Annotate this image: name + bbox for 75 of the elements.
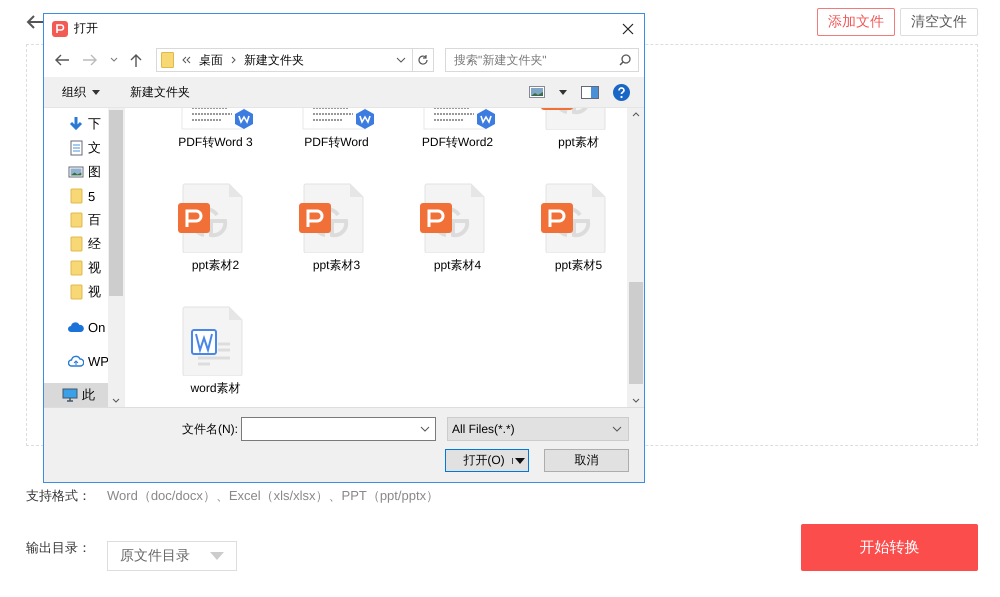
clear-files-button[interactable]: 清空文件 (900, 8, 978, 36)
file-name[interactable]: ppt素材2 (192, 257, 240, 274)
sidebar-item[interactable]: 百 (44, 208, 108, 232)
scrollbar[interactable] (108, 108, 124, 407)
chevron-down-icon (420, 426, 430, 432)
caret-icon (559, 90, 567, 94)
back-arrow-icon (26, 14, 44, 30)
cloud-icon (68, 353, 84, 369)
view-icon (529, 86, 545, 98)
sidebar-item[interactable]: 经 (44, 232, 108, 256)
chevron-right-icon (231, 56, 236, 64)
sidebar-item[interactable]: 图 (44, 160, 108, 184)
close-icon (622, 22, 634, 34)
refresh-icon (417, 54, 429, 66)
formats-label: 支持格式： (26, 487, 92, 505)
file-name-field[interactable] (241, 417, 436, 441)
scrollbar[interactable] (627, 108, 644, 407)
help-icon (613, 84, 630, 100)
refresh-button[interactable] (413, 48, 434, 72)
forward-icon (82, 54, 98, 66)
breadcrumb-item[interactable]: 桌面 (199, 52, 223, 68)
document-icon (68, 140, 84, 156)
folder-icon (68, 188, 84, 204)
back-icon (54, 54, 70, 66)
file-name[interactable]: ppt素材 (558, 134, 599, 151)
caret-icon (512, 458, 525, 464)
up-arrow-icon (130, 53, 142, 67)
folder-icon (68, 260, 84, 276)
dialog-title: 打开 (74, 20, 98, 37)
output-label: 输出目录： (26, 538, 92, 556)
cancel-button[interactable]: 取消 (544, 449, 629, 472)
chevron-down-icon (396, 57, 406, 63)
file-name[interactable]: ppt素材3 (312, 257, 360, 274)
search-field[interactable]: 搜索"新建文件夹" (445, 48, 639, 72)
preview-pane-icon (581, 86, 599, 98)
scroll-down-icon (112, 398, 120, 403)
address-bar[interactable]: 桌面 新建文件夹 (156, 48, 413, 72)
file-name[interactable]: word素材 (190, 380, 240, 397)
file-name[interactable]: ppt素材5 (554, 257, 602, 274)
new-folder-button[interactable]: 新建文件夹 (122, 84, 198, 100)
file-name-label: 文件名(N): (182, 420, 238, 438)
folder-icon (68, 212, 84, 228)
sidebar-item[interactable]: 文 (44, 136, 108, 160)
folder-icon (68, 236, 84, 252)
open-button[interactable]: 打开(O) (445, 449, 529, 472)
file-name[interactable]: PDF转Word (304, 134, 369, 151)
download-arrow-icon (68, 116, 84, 132)
file-name[interactable]: PDF转Word2 (422, 134, 494, 151)
image-icon (68, 164, 84, 180)
formats-text: Word（doc/docx）、Excel（xls/xlsx）、PPT（ppt/pptx） (107, 487, 440, 505)
output-select[interactable]: 原文件目录 (107, 540, 237, 570)
app-logo-icon (52, 20, 68, 36)
chevron-down-icon (612, 426, 622, 432)
computer-icon (62, 387, 78, 403)
sidebar-item[interactable]: 视 (44, 280, 108, 304)
scroll-down-icon (632, 398, 640, 403)
folder-icon (68, 284, 84, 300)
file-name[interactable]: ppt素材4 (434, 257, 482, 274)
sidebar-item[interactable]: WP (44, 349, 108, 373)
organize-menu[interactable]: 组织 (54, 84, 108, 100)
sidebar-item[interactable]: 此 (44, 383, 108, 407)
folder-icon (161, 52, 174, 68)
search-icon (619, 54, 631, 66)
scroll-up-icon (632, 112, 640, 117)
sidebar-item[interactable]: 5 (44, 184, 108, 208)
sidebar-item[interactable]: 下 (44, 112, 108, 136)
file-name[interactable]: PDF转Word 3 (178, 134, 253, 151)
file-type-dropdown[interactable]: All Files(*.*) (447, 417, 629, 441)
sidebar-item[interactable]: 视 (44, 256, 108, 280)
double-chevron-icon (182, 56, 191, 64)
sidebar-item[interactable]: On (44, 315, 108, 339)
breadcrumb-item[interactable]: 新建文件夹 (244, 52, 304, 68)
dropdown-triangle-icon (210, 552, 224, 560)
chevron-down-icon (110, 57, 118, 63)
caret-icon (92, 90, 100, 94)
